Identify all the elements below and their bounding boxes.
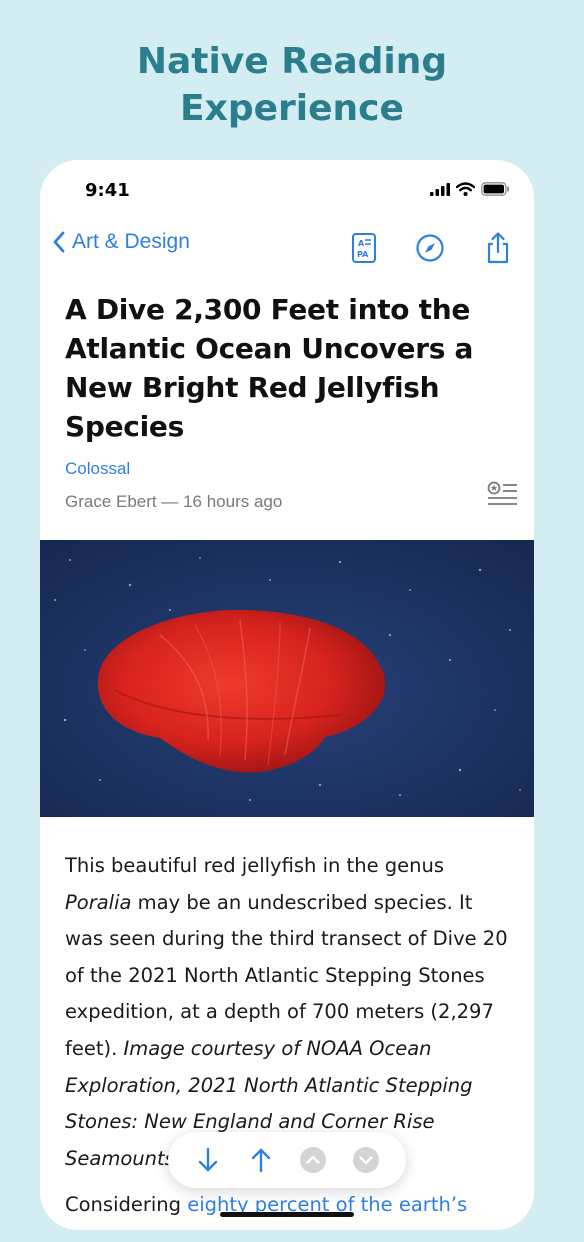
phone-screen: 9:41 Art & Design A PA A Dive 2,300 Feet… xyxy=(40,160,534,1230)
find-in-page-bar xyxy=(168,1132,406,1188)
status-icons xyxy=(430,182,510,196)
wifi-icon xyxy=(456,182,475,196)
article-byline: Grace Ebert — 16 hours ago xyxy=(65,492,283,511)
back-button-label: Art & Design xyxy=(72,230,190,253)
arrow-up-icon[interactable] xyxy=(245,1144,277,1176)
navigation-bar: Art & Design A PA xyxy=(40,226,534,270)
battery-icon xyxy=(481,182,509,196)
article-paragraph-2: Considering eighty percent of the earth’… xyxy=(65,1193,468,1217)
compass-icon[interactable] xyxy=(414,230,446,266)
arrow-down-icon[interactable] xyxy=(192,1144,224,1176)
promo-title-line1: Native Reading xyxy=(136,41,448,82)
status-time: 9:41 xyxy=(85,180,130,201)
svg-text:A: A xyxy=(358,239,365,248)
chevron-up-circle-icon[interactable] xyxy=(297,1144,329,1176)
svg-text:PA: PA xyxy=(357,250,369,259)
reader-mode-icon[interactable]: A PA xyxy=(348,230,380,266)
source-link[interactable]: Colossal xyxy=(65,459,130,479)
chevron-down-circle-icon[interactable] xyxy=(350,1144,382,1176)
article-paragraph-1: This beautiful red jellyfish in the genu… xyxy=(65,854,508,1170)
promo-title-line2: Experience xyxy=(180,88,404,129)
home-indicator xyxy=(220,1212,354,1217)
reader-list-icon[interactable] xyxy=(486,480,518,510)
back-button[interactable]: Art & Design xyxy=(52,230,190,254)
status-bar: 9:41 xyxy=(40,160,534,220)
hero-image-jellyfish xyxy=(40,540,534,817)
promo-title: Native Reading Experience xyxy=(0,38,584,132)
genus-name: Poralia xyxy=(65,890,132,914)
chevron-left-icon xyxy=(53,231,65,253)
share-icon[interactable] xyxy=(482,230,514,266)
cellular-signal-icon xyxy=(430,182,450,196)
article-title: A Dive 2,300 Feet into the Atlantic Ocea… xyxy=(65,293,474,443)
